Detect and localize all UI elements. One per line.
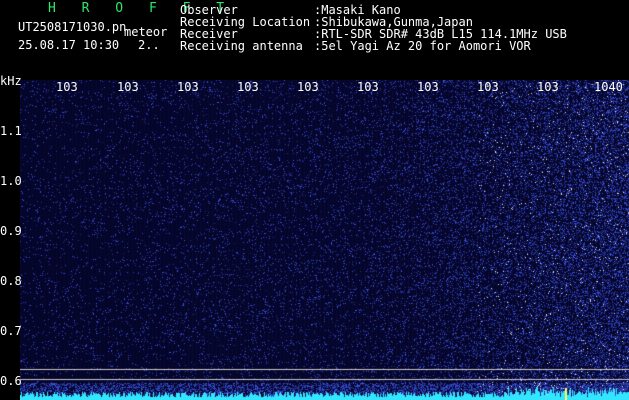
observation-info: Observer :Masaki Kano Receiving Location…	[180, 4, 567, 52]
x-tick-label: 103	[417, 80, 439, 94]
x-tick-label: 103	[56, 80, 78, 94]
y-axis-label: 0.7	[0, 324, 22, 338]
y-axis-label: 0.9	[0, 224, 22, 238]
info-row-antenna: Receiving antenna :5el Yagi Az 20 for Ao…	[180, 40, 567, 52]
waterfall-plot	[20, 80, 629, 400]
x-tick-label: 103	[297, 80, 319, 94]
x-tick-label: 103	[177, 80, 199, 94]
y-axis-unit: kHz	[0, 74, 22, 88]
info-label: Receiving antenna	[180, 39, 303, 53]
x-tick-label: 103	[537, 80, 559, 94]
timestamp: 25.08.17 10:30	[18, 38, 120, 52]
y-axis-label: 1.0	[0, 174, 22, 188]
y-axis-label: 0.6	[0, 374, 22, 388]
file-suffix: meteor	[124, 25, 168, 39]
extra-value: 2..	[138, 38, 160, 52]
info-value: :5el Yagi Az 20 for Aomori VOR	[314, 39, 531, 53]
waterfall-canvas	[20, 80, 629, 400]
x-tick-label: 103	[237, 80, 259, 94]
x-tick-label: 103	[357, 80, 379, 94]
y-axis-label: 0.8	[0, 274, 22, 288]
x-tick-label: 1040	[594, 80, 623, 94]
x-tick-label: 103	[477, 80, 499, 94]
y-axis-label: 1.1	[0, 124, 22, 138]
x-tick-label: 103	[117, 80, 139, 94]
hrofft-window: H R O F F T UT2508171030.pn meteor 25.08…	[0, 0, 629, 400]
file-name: UT2508171030.pn	[18, 20, 127, 34]
